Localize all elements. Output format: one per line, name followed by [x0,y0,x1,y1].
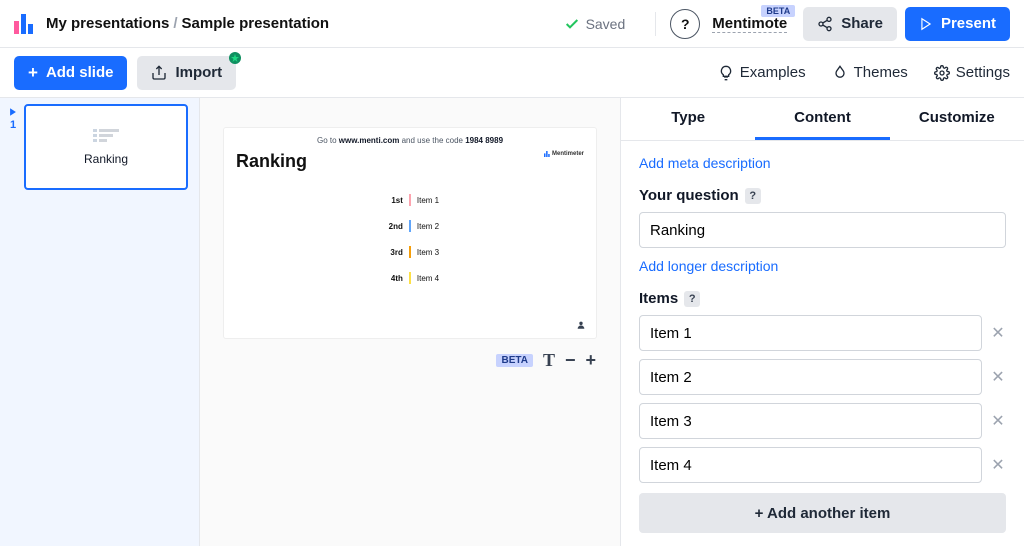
canvas-tools: BETA T − + [224,350,596,371]
save-status: Saved [564,16,626,32]
rank-row: 1stItem 1 [381,194,439,206]
play-icon [8,107,18,117]
mentimote-button[interactable]: BETA Mentimote [712,15,787,33]
slide-thumbnail[interactable]: Ranking [24,104,188,190]
tab-content[interactable]: Content [755,98,889,140]
add-slide-button[interactable]: + Add slide [14,56,127,90]
settings-link[interactable]: Settings [934,64,1010,81]
droplet-icon [832,65,848,81]
delete-item-icon[interactable]: ✕ [990,323,1006,343]
items-field-label: Items ? [639,290,1006,307]
import-button[interactable]: Import [137,56,236,90]
breadcrumb-current[interactable]: Sample presentation [182,15,330,32]
play-icon [919,17,933,31]
thumbnail-index: 1 [6,104,20,190]
lightbulb-icon [718,65,734,81]
beta-badge: BETA [496,354,532,367]
slide-preview[interactable]: Go to www.menti.com and use the code 198… [224,128,596,338]
item-input[interactable] [639,359,982,395]
text-tool-icon[interactable]: T [543,350,555,371]
tab-customize[interactable]: Customize [890,98,1024,140]
beta-badge: BETA [761,5,795,17]
slide-thumbnails: 1 Ranking [0,98,200,546]
thumbnail-label: Ranking [84,152,128,166]
themes-link[interactable]: Themes [832,64,908,81]
question-input[interactable] [639,212,1006,248]
upload-icon [151,65,167,81]
ranking-icon [93,129,119,142]
rank-row: 2ndItem 2 [381,220,439,232]
help-icon[interactable]: ? [684,291,700,307]
properties-panel: Type Content Customize Add meta descript… [620,98,1024,546]
breadcrumb: My presentations / Sample presentation [46,15,329,32]
divider [655,12,656,36]
rank-list: 1stItem 1 2ndItem 2 3rdItem 3 4thItem 4 [236,194,584,284]
slide-brand: Mentimeter [544,151,584,157]
top-bar: My presentations / Sample presentation S… [0,0,1024,48]
breadcrumb-separator: / [173,15,177,32]
add-meta-description-link[interactable]: Add meta description [639,155,1006,171]
star-badge-icon [229,51,241,63]
help-icon[interactable]: ? [745,188,761,204]
item-input[interactable] [639,403,982,439]
delete-item-icon[interactable]: ✕ [990,411,1006,431]
share-icon [817,16,833,32]
help-button[interactable]: ? [670,9,700,39]
slide-title: Ranking [236,151,307,172]
add-item-button[interactable]: + Add another item [639,493,1006,533]
brand-icon [544,151,550,157]
toolbar: + Add slide Import Examples Themes Setti… [0,48,1024,98]
slide-join-instruction: Go to www.menti.com and use the code 198… [236,136,584,145]
plus-icon[interactable]: + [585,350,596,371]
delete-item-icon[interactable]: ✕ [990,455,1006,475]
panel-tabs: Type Content Customize [621,98,1024,141]
examples-link[interactable]: Examples [718,64,806,81]
tab-type[interactable]: Type [621,98,755,140]
plus-icon: + [28,63,38,83]
present-button[interactable]: Present [905,7,1010,41]
add-longer-description-link[interactable]: Add longer description [639,258,1006,274]
minus-icon[interactable]: − [565,350,576,371]
item-input[interactable] [639,447,982,483]
breadcrumb-root[interactable]: My presentations [46,15,169,32]
check-icon [564,16,580,32]
main-area: 1 Ranking Go to www.menti.com and use th… [0,98,1024,546]
slide-canvas: Go to www.menti.com and use the code 198… [200,98,620,546]
delete-item-icon[interactable]: ✕ [990,367,1006,387]
app-logo [14,14,34,34]
share-button[interactable]: Share [803,7,897,41]
participants-icon [576,320,586,332]
rank-row: 3rdItem 3 [381,246,439,258]
item-input[interactable] [639,315,982,351]
question-field-label: Your question ? [639,187,1006,204]
rank-row: 4thItem 4 [381,272,439,284]
gear-icon [934,65,950,81]
